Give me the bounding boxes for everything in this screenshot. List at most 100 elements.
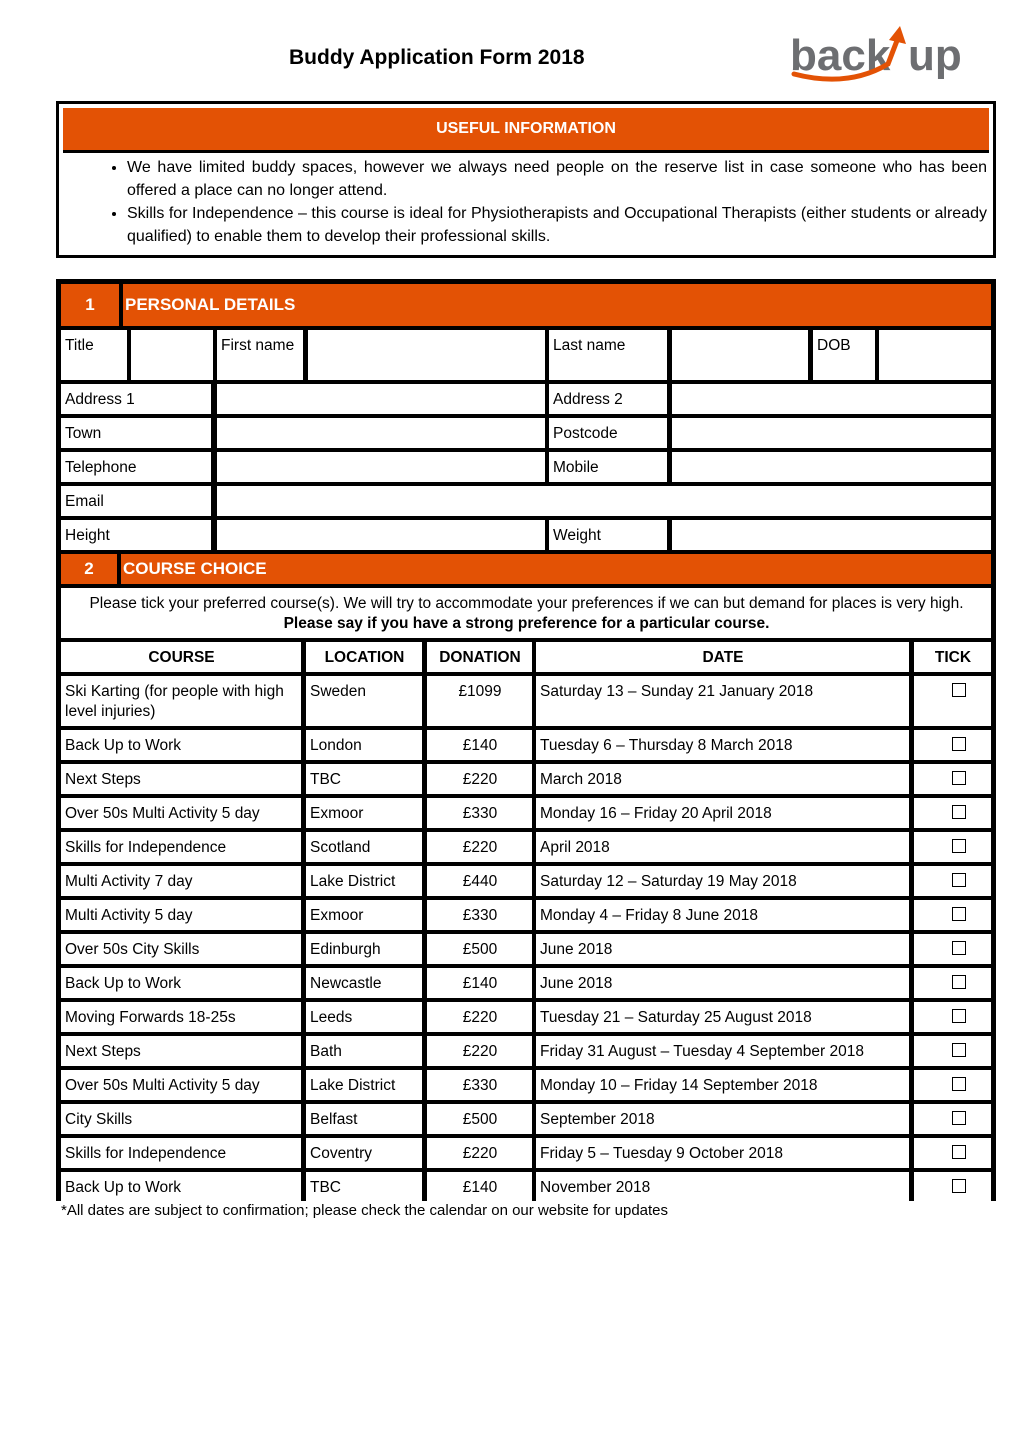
tick-checkbox[interactable] <box>951 1077 966 1091</box>
address2-label: Address 2 <box>549 384 667 414</box>
course-cell-donation: £220 <box>427 764 532 794</box>
section-heading-course-choice: COURSE CHOICE <box>121 554 991 584</box>
weight-input[interactable] <box>672 520 991 550</box>
tick-checkbox[interactable] <box>951 805 966 819</box>
course-cell-course: Over 50s City Skills <box>61 934 301 964</box>
course-choice-intro: Please tick your preferred course(s). We… <box>61 588 991 638</box>
course-cell-tick <box>914 968 991 998</box>
tick-checkbox[interactable] <box>951 683 966 697</box>
section-heading-personal-details: PERSONAL DETAILS <box>123 284 991 326</box>
useful-information-box: USEFUL INFORMATION We have limited buddy… <box>56 101 996 258</box>
dob-input[interactable] <box>879 330 991 380</box>
course-cell-date: Tuesday 6 – Thursday 8 March 2018 <box>536 730 909 760</box>
course-cell-tick <box>914 676 991 726</box>
title-label: Title <box>61 330 127 380</box>
course-cell-date: Monday 4 – Friday 8 June 2018 <box>536 900 909 930</box>
course-cell-donation: £220 <box>427 1002 532 1032</box>
telephone-input[interactable] <box>217 452 545 482</box>
column-header-course: COURSE <box>61 642 301 672</box>
course-cell-donation: £330 <box>427 1070 532 1100</box>
tick-checkbox[interactable] <box>951 737 966 751</box>
course-cell-location: Edinburgh <box>306 934 422 964</box>
height-input[interactable] <box>217 520 545 550</box>
tick-checkbox[interactable] <box>951 1009 966 1023</box>
column-header-tick: TICK <box>914 642 991 672</box>
course-cell-donation: £140 <box>427 968 532 998</box>
email-input[interactable] <box>217 486 991 516</box>
address1-input[interactable] <box>217 384 545 414</box>
course-cell-tick <box>914 900 991 930</box>
course-cell-tick <box>914 1036 991 1066</box>
tick-checkbox[interactable] <box>951 771 966 785</box>
course-cell-date: June 2018 <box>536 934 909 964</box>
course-cell-tick <box>914 832 991 862</box>
course-cell-donation: £500 <box>427 1104 532 1134</box>
title-input[interactable] <box>131 330 213 380</box>
course-cell-location: Sweden <box>306 676 422 726</box>
tick-checkbox[interactable] <box>951 873 966 887</box>
course-cell-location: Bath <box>306 1036 422 1066</box>
course-cell-course: Next Steps <box>61 1036 301 1066</box>
section-number: 1 <box>61 284 119 326</box>
course-cell-donation: £330 <box>427 798 532 828</box>
course-cell-tick <box>914 1172 991 1202</box>
town-input[interactable] <box>217 418 545 448</box>
course-cell-course: Over 50s Multi Activity 5 day <box>61 1070 301 1100</box>
course-cell-location: Exmoor <box>306 798 422 828</box>
address2-input[interactable] <box>672 384 991 414</box>
telephone-label: Telephone <box>61 452 211 482</box>
course-cell-location: Leeds <box>306 1002 422 1032</box>
info-bullet: Skills for Independence – this course is… <box>127 202 987 248</box>
tick-checkbox[interactable] <box>951 839 966 853</box>
course-cell-donation: £1099 <box>427 676 532 726</box>
course-cell-location: Lake District <box>306 1070 422 1100</box>
course-cell-course: Back Up to Work <box>61 730 301 760</box>
postcode-input[interactable] <box>672 418 991 448</box>
tick-checkbox[interactable] <box>951 1179 966 1193</box>
tick-checkbox[interactable] <box>951 907 966 921</box>
height-label: Height <box>61 520 211 550</box>
course-cell-course: Back Up to Work <box>61 1172 301 1202</box>
course-cell-donation: £220 <box>427 1036 532 1066</box>
application-form: 1 PERSONAL DETAILS Title First name Last… <box>56 279 996 1202</box>
course-cell-location: London <box>306 730 422 760</box>
course-cell-donation: £440 <box>427 866 532 896</box>
first-name-label: First name <box>217 330 303 380</box>
backup-logo: back up <box>790 26 962 82</box>
tick-checkbox[interactable] <box>951 941 966 955</box>
section-number: 2 <box>61 554 117 584</box>
course-cell-tick <box>914 1104 991 1134</box>
intro-text: Please tick your preferred course(s). We… <box>89 595 964 612</box>
weight-label: Weight <box>549 520 667 550</box>
first-name-input[interactable] <box>308 330 545 380</box>
course-cell-date: Friday 31 August – Tuesday 4 September 2… <box>536 1036 909 1066</box>
course-cell-location: TBC <box>306 1172 422 1202</box>
course-cell-course: Multi Activity 7 day <box>61 866 301 896</box>
course-cell-tick <box>914 798 991 828</box>
tick-checkbox[interactable] <box>951 1043 966 1057</box>
course-cell-course: Multi Activity 5 day <box>61 900 301 930</box>
footnote: *All dates are subject to confirmation; … <box>61 1202 669 1219</box>
mobile-input[interactable] <box>672 452 991 482</box>
column-header-donation: DONATION <box>427 642 532 672</box>
tick-checkbox[interactable] <box>951 1111 966 1125</box>
course-cell-course: Next Steps <box>61 764 301 794</box>
tick-checkbox[interactable] <box>951 975 966 989</box>
course-cell-donation: £220 <box>427 832 532 862</box>
course-cell-tick <box>914 764 991 794</box>
course-cell-location: Coventry <box>306 1138 422 1168</box>
town-label: Town <box>61 418 211 448</box>
mobile-label: Mobile <box>549 452 667 482</box>
course-cell-tick <box>914 1138 991 1168</box>
dob-label: DOB <box>813 330 875 380</box>
course-cell-location: Belfast <box>306 1104 422 1134</box>
address1-label: Address 1 <box>61 384 211 414</box>
course-cell-course: City Skills <box>61 1104 301 1134</box>
course-cell-location: TBC <box>306 764 422 794</box>
tick-checkbox[interactable] <box>951 1145 966 1159</box>
course-cell-date: November 2018 <box>536 1172 909 1202</box>
course-cell-location: Lake District <box>306 866 422 896</box>
last-name-input[interactable] <box>672 330 808 380</box>
course-cell-course: Skills for Independence <box>61 832 301 862</box>
info-bullet: We have limited buddy spaces, however we… <box>127 156 987 202</box>
